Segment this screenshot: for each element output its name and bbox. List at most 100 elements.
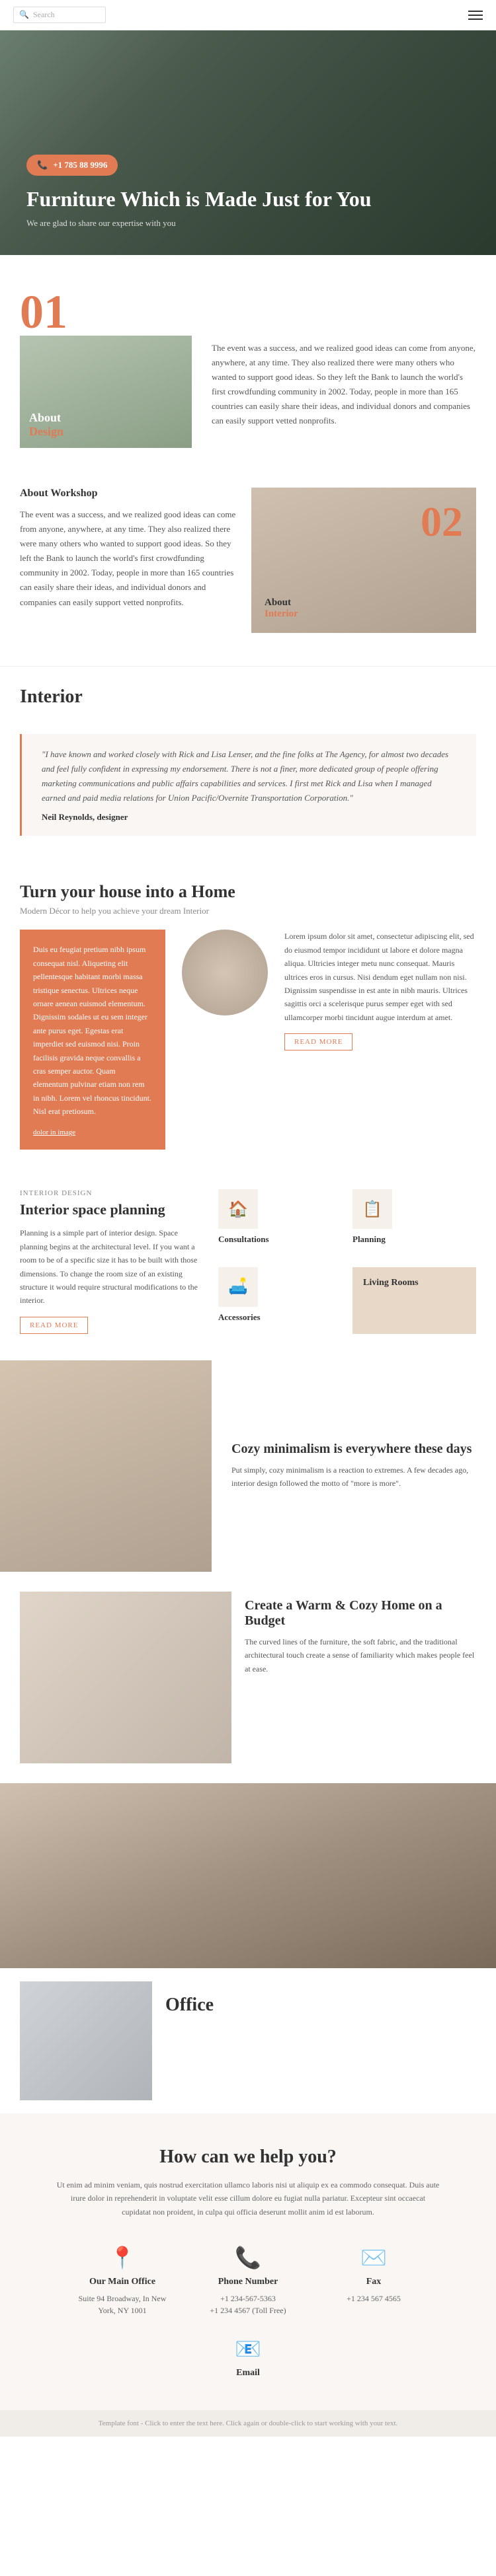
hero-title: Furniture Which is Made Just for You [26,186,470,211]
contact-fax: ✉️ Fax +1 234 567 4565 [321,2245,427,2316]
budget-title: Create a Warm & Cozy Home on a Budget [245,1598,476,1629]
workshop-left: About Workshop The event was a success, … [20,488,238,610]
section-about-design: 01 About Design The event was a success,… [0,255,496,481]
contact-email: 📧 Email [195,2336,301,2384]
service-consultations: 🏠 Consultations [218,1189,342,1256]
planning-icon: 📋 [352,1189,392,1229]
contact-grid: 📍 Our Main Office Suite 94 Broadway, In … [20,2245,476,2384]
section-interior: Interior [0,666,496,734]
phone-icon: 📞 [37,160,48,170]
about-label: About [29,411,63,425]
planning-services: 🏠 Consultations 📋 Planning 🛋️ Accessorie… [218,1189,476,1333]
testimonial-author: Neil Reynolds, designer [42,812,456,823]
phone-number: +1 785 88 9996 [53,160,107,170]
about-interior-label: About Interior [265,597,298,620]
search-placeholder: Search [33,10,55,20]
planning-read-more[interactable]: READ MORE [20,1317,88,1334]
design-label: Design [29,425,63,439]
testimonial-box: "I have known and worked closely with Ri… [20,734,476,836]
office-icon: 📍 [69,2245,175,2270]
planning-label: Interior Design [20,1189,198,1197]
section-cozy: Cozy minimalism is everywhere these days… [0,1360,496,1572]
help-title: How can we help you? [20,2147,476,2168]
cozy-image-bg [0,1360,212,1572]
email-icon: 📧 [195,2336,301,2361]
workshop-grid: About Workshop The event was a success, … [20,488,476,633]
phone-contact-icon: 📞 [195,2245,301,2270]
planning-left: Interior Design Interior space planning … [20,1189,198,1333]
office-contact-name: Our Main Office [69,2277,175,2287]
budget-content: Create a Warm & Cozy Home on a Budget Th… [245,1592,476,1675]
office-image [20,1981,152,2100]
service-living-rooms: Living Rooms [352,1267,476,1334]
accessories-icon: 🛋️ [218,1267,258,1307]
search-bar[interactable]: 🔍 Search [13,7,106,23]
office-address: Suite 94 Broadway, In New York, NY 1001 [69,2293,175,2316]
office-content: Office [165,1981,476,2100]
hamburger-menu[interactable] [468,11,483,20]
interior-title: Interior [20,686,476,708]
phone-badge[interactable]: 📞 +1 785 88 9996 [26,155,118,176]
planning-service-label: Planning [352,1234,476,1245]
header: 🔍 Search [0,0,496,30]
section-full-photo [0,1783,496,1968]
consultations-label: Consultations [218,1234,342,1245]
budget-image [20,1592,231,1763]
house-title: Turn your house into a Home [20,882,476,902]
house-subtitle: Modern Décor to help you achieve your dr… [20,906,476,916]
living-rooms-label: Living Rooms [363,1278,466,1288]
contact-office: 📍 Our Main Office Suite 94 Broadway, In … [69,2245,175,2316]
fax-icon: ✉️ [321,2245,427,2270]
about-design-image: About Design [20,336,192,448]
email-name: Email [195,2368,301,2378]
house-read-more[interactable]: READ MORE [284,1033,352,1050]
section-workshop: About Workshop The event was a success, … [0,481,496,666]
office-label: Office [165,1995,476,2016]
about-design-paragraph: The event was a success, and we realized… [212,341,476,429]
phone-detail: +1 234-567-5363+1 234 4567 (Toll Free) [195,2293,301,2316]
planning-grid: Interior Design Interior space planning … [20,1189,476,1333]
service-accessories: 🛋️ Accessories [218,1267,342,1334]
about-design-text: The event was a success, and we realized… [212,288,476,429]
section-planning: Interior Design Interior space planning … [0,1163,496,1360]
testimonial-text: "I have known and worked closely with Ri… [42,747,456,805]
house-right-paragraph: Lorem ipsum dolor sit amet, consectetur … [284,930,476,1024]
footer-text: Template font - Click to enter the text … [13,2419,483,2427]
phone-contact-name: Phone Number [195,2277,301,2287]
hero-content: 📞 +1 785 88 9996 Furniture Which is Made… [26,155,470,229]
house-grid: Duis eu feugiat pretium nibh ipsum conse… [20,930,476,1150]
planning-text: Planning is a simple part of interior de… [20,1226,198,1307]
cozy-title: Cozy minimalism is everywhere these days [231,1442,476,1457]
footer: Template font - Click to enter the text … [0,2410,496,2437]
section-number-02: 02 [421,501,463,543]
help-intro: Ut enim ad minim veniam, quis nostrud ex… [56,2178,440,2219]
interior-sub-label: Interior [265,608,298,619]
consultations-icon: 🏠 [218,1189,258,1229]
section-house: Turn your house into a Home Modern Décor… [0,856,496,1163]
hero-section: 📞 +1 785 88 9996 Furniture Which is Made… [0,30,496,255]
section-02-badge: 02 [407,488,476,556]
service-planning: 📋 Planning [352,1189,476,1256]
contact-phone: 📞 Phone Number +1 234-567-5363+1 234 456… [195,2245,301,2316]
budget-text: The curved lines of the furniture, the s… [245,1635,476,1675]
house-right-text: Lorem ipsum dolor sit amet, consectetur … [284,930,476,1050]
hero-subtitle: We are glad to share our expertise with … [26,218,470,229]
cozy-content: Cozy minimalism is everywhere these days… [212,1360,496,1572]
workshop-right: 02 About Interior [251,488,476,633]
cozy-image [0,1360,212,1572]
house-center-image [179,930,271,1015]
full-photo-background [0,1783,496,1968]
sofa-image [182,930,268,1015]
search-icon: 🔍 [19,10,29,20]
section-number-01: 01 [20,288,192,336]
house-left-text: Duis eu feugiat pretium nibh ipsum conse… [33,943,152,1118]
accessories-label: Accessories [218,1312,342,1323]
cozy-text: Put simply, cozy minimalism is a reactio… [231,1463,476,1490]
section-office: Office [0,1968,496,2114]
house-left-link[interactable]: dolor in image [33,1128,152,1136]
planning-title: Interior space planning [20,1201,198,1218]
section-budget: Create a Warm & Cozy Home on a Budget Th… [0,1572,496,1783]
fax-detail: +1 234 567 4565 [321,2293,427,2304]
section-help: How can we help you? Ut enim ad minim ve… [0,2114,496,2410]
fax-name: Fax [321,2277,427,2287]
